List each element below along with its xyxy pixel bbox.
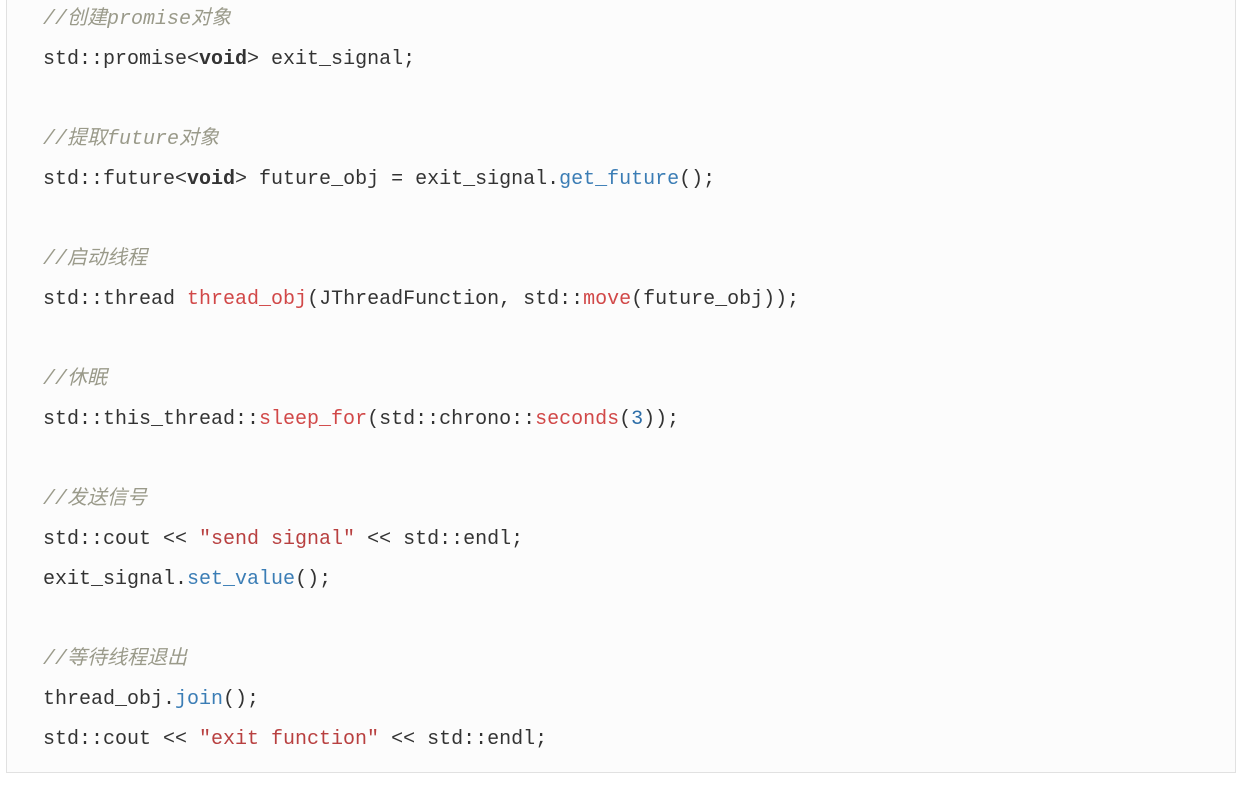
- code-comment: //启动线程: [43, 248, 147, 271]
- code-line: std::thread thread_obj(JThreadFunction, …: [7, 280, 1235, 320]
- code-line: //发送信号: [7, 480, 1235, 520]
- code-block: //创建promise对象 std::promise<void> exit_si…: [6, 0, 1236, 773]
- blank-line: [7, 600, 1235, 640]
- blank-line: [7, 320, 1235, 360]
- code-comment: //发送信号: [43, 488, 147, 511]
- code-line: exit_signal.set_value();: [7, 560, 1235, 600]
- code-comment: //提取future对象: [43, 128, 219, 151]
- blank-line: [7, 200, 1235, 240]
- code-comment: //创建promise对象: [43, 8, 231, 31]
- blank-line: [7, 80, 1235, 120]
- code-line: std::this_thread::sleep_for(std::chrono:…: [7, 400, 1235, 440]
- code-line: thread_obj.join();: [7, 680, 1235, 720]
- code-line: std::future<void> future_obj = exit_sign…: [7, 160, 1235, 200]
- code-line: std::promise<void> exit_signal;: [7, 40, 1235, 80]
- code-comment: //休眠: [43, 368, 107, 391]
- code-line: //休眠: [7, 360, 1235, 400]
- code-line: std::cout << "send signal" << std::endl;: [7, 520, 1235, 560]
- code-line: //启动线程: [7, 240, 1235, 280]
- blank-line: [7, 440, 1235, 480]
- code-line: //提取future对象: [7, 120, 1235, 160]
- code-line: //创建promise对象: [7, 0, 1235, 40]
- code-comment: //等待线程退出: [43, 648, 187, 671]
- code-line: std::cout << "exit function" << std::end…: [7, 720, 1235, 760]
- code-line: //等待线程退出: [7, 640, 1235, 680]
